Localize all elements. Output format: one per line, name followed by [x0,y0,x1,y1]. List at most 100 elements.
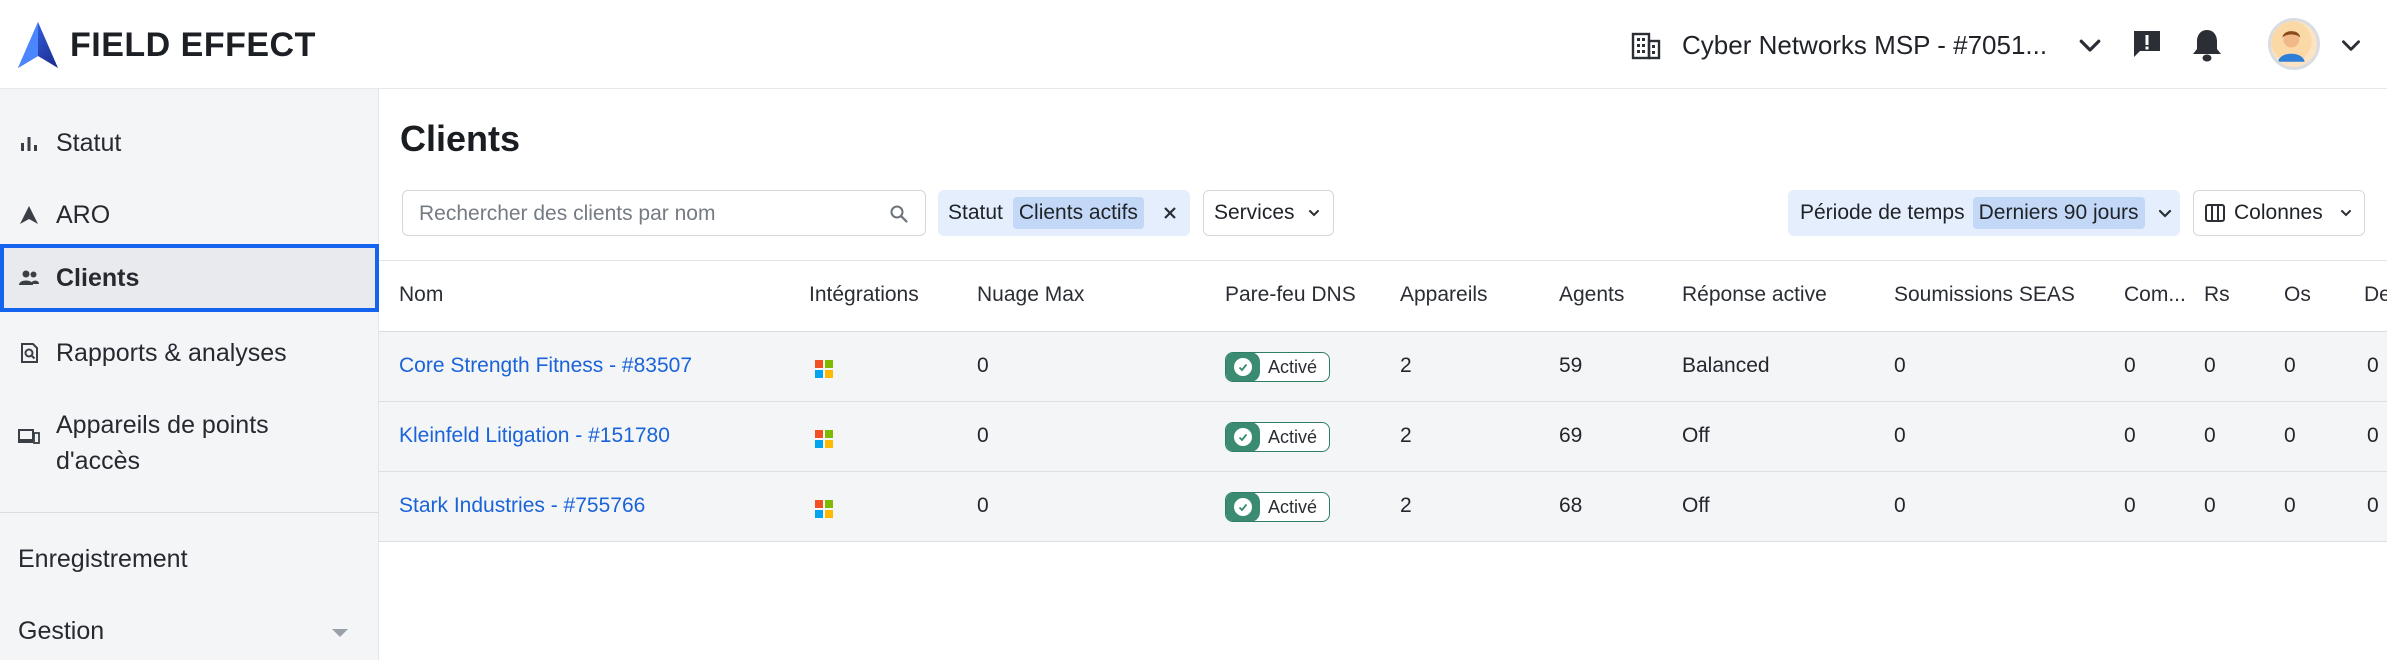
columns-button[interactable]: Colonnes [2193,190,2365,236]
active-response-value: Off [1682,494,1710,517]
chevron-down-icon [2340,210,2351,217]
cloud-max-value: 0 [977,494,989,517]
client-search[interactable] [402,190,926,236]
org-name: Cyber Networks MSP - #7051... [1682,29,2048,60]
feedback-alert-icon[interactable] [2130,27,2164,61]
chevron-down-icon[interactable] [2338,32,2364,58]
column-header-os[interactable]: Os [2284,283,2311,307]
check-circle-icon [1226,353,1260,381]
column-header-rs[interactable]: Rs [2204,283,2230,307]
dns-status-badge: Activé [1225,492,1330,522]
agents-value: 68 [1559,494,1583,517]
column-header-de[interactable]: De [2364,283,2387,307]
dns-status-text: Activé [1268,426,1318,447]
os-value: 0 [2284,494,2296,517]
sidebar-section-gestion[interactable]: Gestion [18,617,104,646]
column-header-integrations[interactable]: Intégrations [809,283,919,307]
column-header-nuage-max[interactable]: Nuage Max [977,283,1084,307]
de-value: 0 [2367,354,2379,377]
status-filter-chip[interactable]: Statut Clients actifs [938,190,1190,236]
bar-chart-icon [21,137,37,151]
sidebar-divider [0,512,379,513]
sidebar-item-label: Statut [56,128,122,157]
time-period-value: Derniers 90 jours [1972,197,2145,229]
microsoft-icon [815,500,833,518]
users-icon [19,270,39,285]
notifications-bell-icon[interactable] [2190,27,2224,63]
status-filter-label: Statut [948,201,1003,224]
aro-icon [20,206,38,224]
sidebar-item-label: Appareils de points d'accès [56,411,269,475]
os-value: 0 [2284,354,2296,377]
sidebar-item-label: Clients [56,263,140,292]
services-filter-label: Services [1214,201,1295,224]
sidebar-item-rapports[interactable]: Rapports & analyses [0,329,379,377]
de-value: 0 [2367,424,2379,447]
client-name-link[interactable]: Core Strength Fitness - #83507 [399,354,692,378]
status-filter-value: Clients actifs [1012,197,1144,229]
devices-value: 2 [1400,354,1412,377]
devices-icon [18,429,40,444]
agents-value: 59 [1559,354,1583,377]
dns-status-text: Activé [1268,496,1318,517]
search-icon[interactable] [889,204,909,224]
column-header-pare-feu-dns[interactable]: Pare-feu DNS [1225,283,1356,307]
client-name-link[interactable]: Stark Industries - #755766 [399,494,645,518]
building-icon [1631,32,1661,60]
chevron-down-icon[interactable] [2075,30,2105,60]
column-header-nom[interactable]: Nom [399,283,443,307]
os-value: 0 [2284,424,2296,447]
sidebar-item-label: ARO [56,200,111,229]
microsoft-icon [815,360,833,378]
sidebar-item-label: Rapports & analyses [56,338,287,367]
column-header-agents[interactable]: Agents [1559,283,1624,307]
dns-status-badge: Activé [1225,422,1330,452]
agents-value: 69 [1559,424,1583,447]
sidebar-item-aro[interactable]: ARO [0,191,379,239]
de-value: 0 [2367,494,2379,517]
sidebar-item-endpoints[interactable]: Appareils de points d'accès [0,407,379,483]
check-circle-icon [1226,423,1260,451]
cloud-max-value: 0 [977,424,989,447]
sidebar-item-clients[interactable]: Clients [0,244,379,312]
rs-value: 0 [2204,424,2216,447]
sidebar: Statut ARO Clients Rapports & analyses A… [0,89,379,660]
column-header-soumissions-seas[interactable]: Soumissions SEAS [1894,283,2075,307]
table-row[interactable]: Kleinfeld Litigation - #151780 0 Activé … [379,402,2387,472]
time-period-label: Période de temps [1800,201,1965,224]
columns-label: Colonnes [2234,201,2323,224]
top-bar: FIELD EFFECT Cyber Networks MSP - #7051.… [0,0,2387,89]
org-switcher[interactable]: Cyber Networks MSP - #7051... [1630,24,2047,66]
check-circle-icon [1226,493,1260,521]
columns-icon [2205,204,2225,222]
table-row[interactable]: Stark Industries - #755766 0 Activé 2 68… [379,472,2387,542]
brand-name: FIELD EFFECT [70,25,316,64]
user-avatar[interactable] [2268,18,2320,70]
sidebar-section-enregistrement[interactable]: Enregistrement [18,545,188,574]
chevron-down-icon [2158,209,2171,218]
field-effect-logo[interactable]: FIELD EFFECT [16,20,316,70]
table-header: Nom Intégrations Nuage Max Pare-feu DNS … [379,260,2387,332]
column-header-appareils[interactable]: Appareils [1400,283,1488,307]
com-value: 0 [2124,354,2136,377]
avatar-person-icon [2271,21,2312,62]
table-row[interactable]: Core Strength Fitness - #83507 0 Activé … [379,332,2387,402]
rs-value: 0 [2204,494,2216,517]
time-period-filter[interactable]: Période de temps Derniers 90 jours [1788,190,2180,236]
report-search-icon [21,343,38,363]
caret-down-icon[interactable] [330,626,350,640]
search-input[interactable] [419,199,869,229]
page-title: Clients [400,118,521,159]
client-name-link[interactable]: Kleinfeld Litigation - #151780 [399,424,670,448]
active-response-value: Balanced [1682,354,1770,377]
active-response-value: Off [1682,424,1710,447]
com-value: 0 [2124,424,2136,447]
devices-value: 2 [1400,424,1412,447]
rs-value: 0 [2204,354,2216,377]
close-icon[interactable] [1162,205,1178,221]
column-header-com[interactable]: Com... [2124,283,2186,307]
column-header-reponse-active[interactable]: Réponse active [1682,283,1827,307]
services-filter[interactable]: Services [1203,190,1334,236]
field-effect-logo-icon [18,22,58,68]
sidebar-item-statut[interactable]: Statut [0,119,379,167]
